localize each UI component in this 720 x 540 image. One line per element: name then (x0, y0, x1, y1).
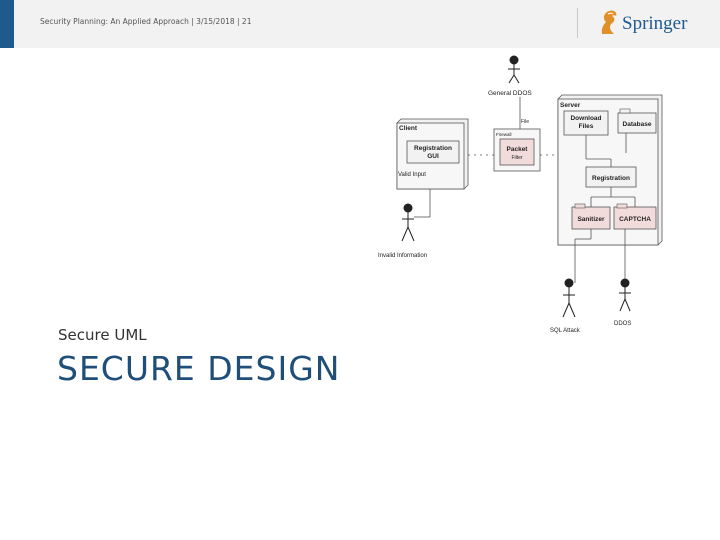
label-invalid-information: Invalid Information (378, 253, 427, 259)
secure-uml-diagram: General DDOS File Client Registration GU… (378, 55, 663, 334)
label-packet-filter-2: Filter (511, 155, 522, 161)
label-valid-input: Valid Input (398, 172, 426, 178)
label-sql-attack: SQL Attack (550, 328, 581, 334)
label-sanitizer: Sanitizer (577, 216, 605, 223)
label-server: Server (560, 102, 581, 109)
actor-ddos (619, 278, 631, 312)
label-database: Database (623, 121, 652, 128)
header-accent-bar (0, 0, 14, 48)
actor-general-ddos (508, 55, 520, 84)
label-file: File (521, 119, 529, 125)
springer-logo-text: Springer (622, 13, 688, 34)
label-registration: Registration (592, 175, 630, 182)
springer-horse-icon (601, 10, 617, 34)
label-captcha: CAPTCHA (619, 216, 651, 223)
label-client: Client (399, 125, 418, 132)
label-general-ddos: General DDOS (488, 90, 532, 97)
label-firewall: Firewall (496, 132, 512, 137)
label-ddos: DDOS (614, 321, 631, 327)
actor-invalid-information (401, 203, 415, 242)
slide-title: SECURE DESIGN (57, 349, 341, 388)
actor-sql-attack (562, 278, 576, 318)
label-download-files-1: Download (570, 115, 601, 122)
slide-subtitle: Secure UML (58, 326, 147, 344)
label-packet-filter-1: Packet (507, 146, 529, 153)
label-download-files-2: Files (579, 123, 594, 130)
header-divider (577, 8, 578, 38)
label-registration-gui-1: Registration (414, 145, 452, 152)
header-footer-text: Security Planning: An Applied Approach |… (40, 17, 252, 26)
label-registration-gui-2: GUI (427, 153, 439, 160)
